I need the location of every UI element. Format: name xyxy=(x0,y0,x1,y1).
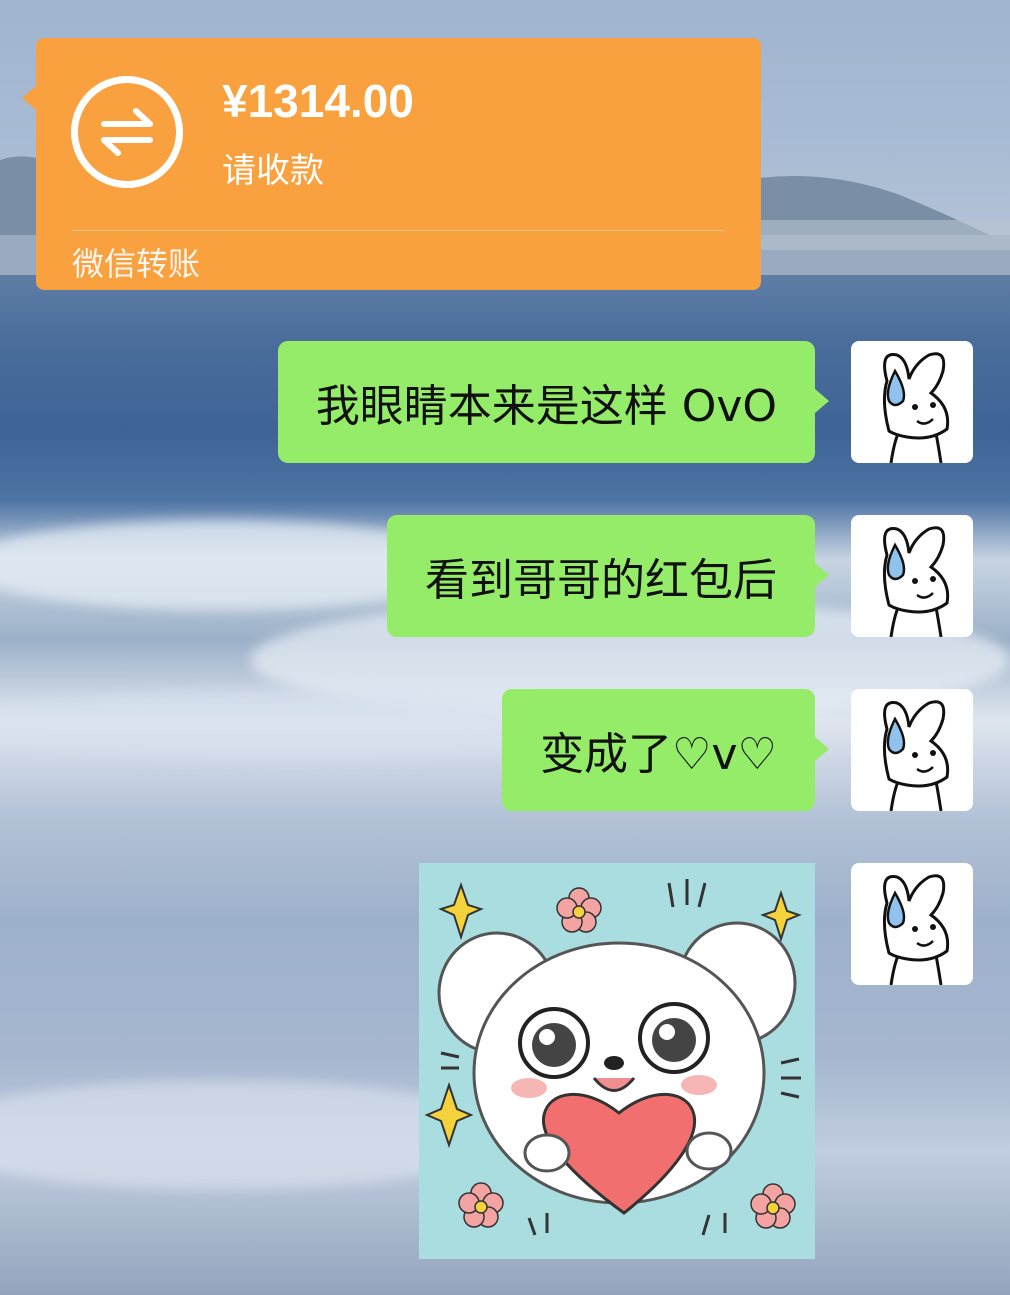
message-text: 我眼睛本来是这样 OvO xyxy=(315,381,777,432)
message-text: 变成了♡v♡ xyxy=(540,729,777,780)
bunny-avatar-icon[interactable] xyxy=(851,863,973,985)
puppy-heart-sticker[interactable] xyxy=(419,863,815,1259)
transfer-amount: ¥1314.00 xyxy=(222,75,414,127)
message-bubble-1[interactable]: 我眼睛本来是这样 OvO xyxy=(277,341,830,463)
bunny-avatar-icon[interactable] xyxy=(851,515,973,637)
message-bubble-2[interactable]: 看到哥哥的红包后 xyxy=(387,515,829,637)
transfer-arrows-icon xyxy=(71,76,183,188)
transfer-footer: 微信转账 xyxy=(72,245,201,283)
bunny-avatar-icon[interactable] xyxy=(851,341,973,463)
bunny-avatar-icon[interactable] xyxy=(851,689,973,811)
transfer-divider xyxy=(72,230,725,231)
message-text: 看到哥哥的红包后 xyxy=(425,555,777,606)
message-bubble-3[interactable]: 变成了♡v♡ xyxy=(502,689,829,811)
transfer-subtitle: 请收款 xyxy=(222,151,324,191)
transfer-card[interactable]: ¥1314.00 请收款 微信转账 xyxy=(22,38,761,290)
